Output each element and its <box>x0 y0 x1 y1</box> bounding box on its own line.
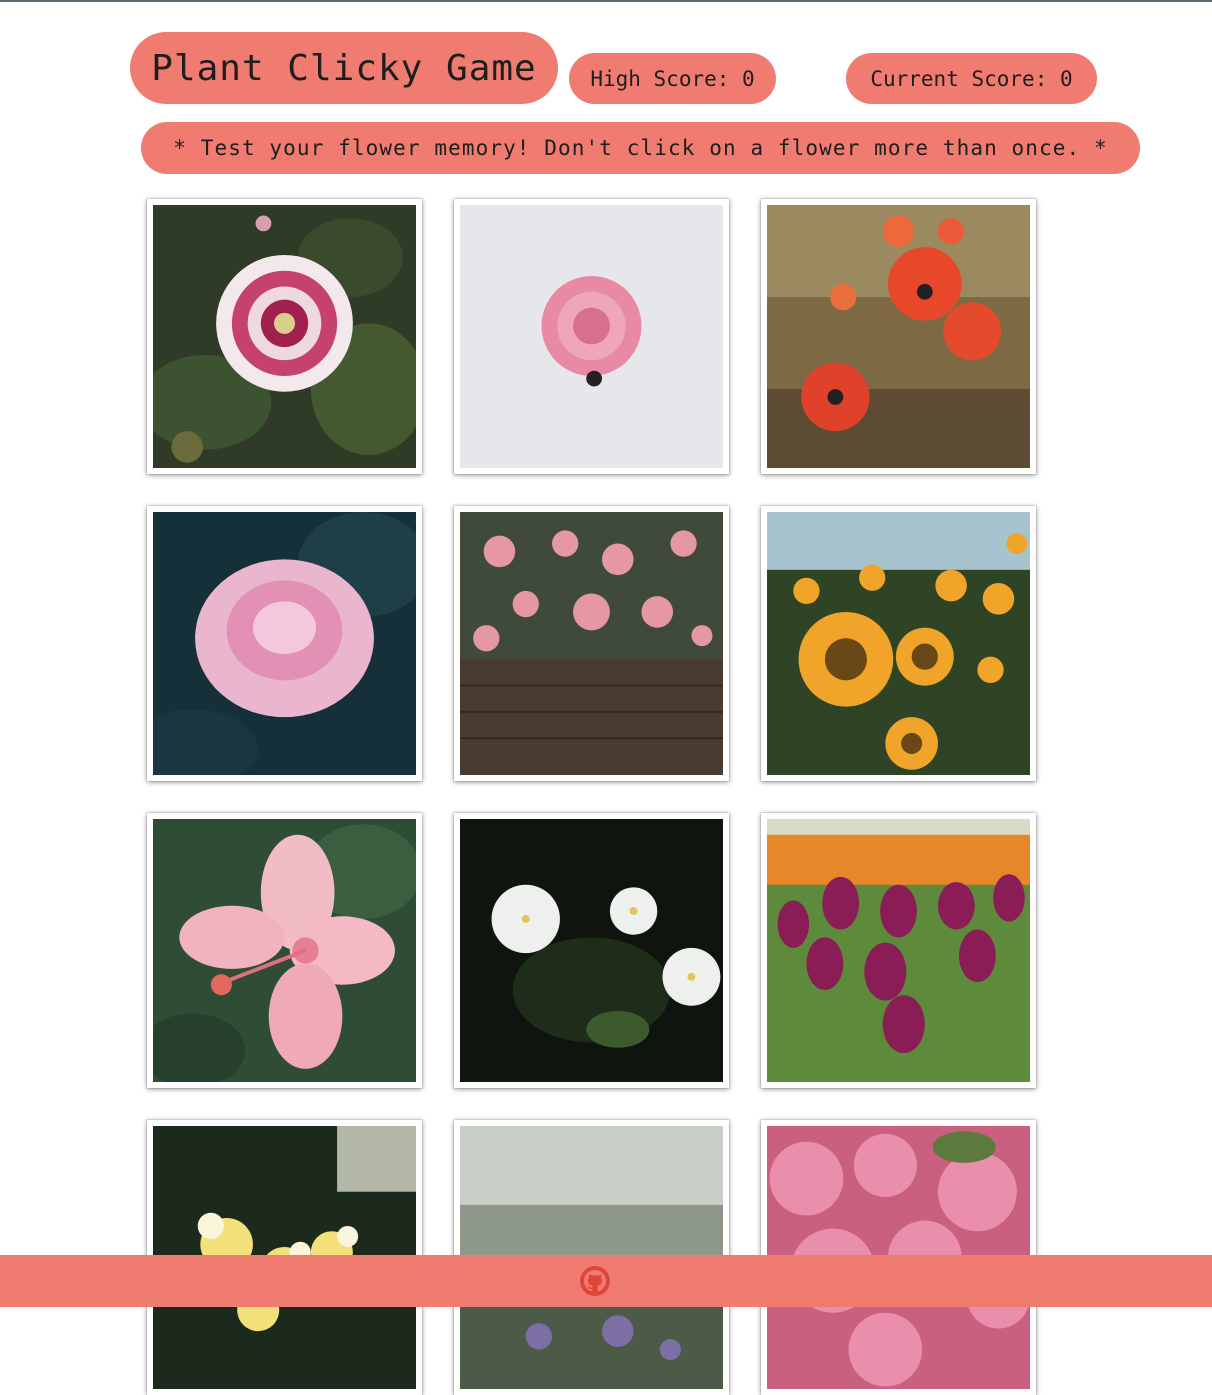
flower-card-hibiscus[interactable] <box>147 813 422 1088</box>
high-score-badge: High Score: 0 <box>569 53 776 104</box>
pink-hibiscus-image <box>153 819 416 1082</box>
pink-peony-image <box>153 512 416 775</box>
instructions-banner: * Test your flower memory! Don't click o… <box>141 122 1140 174</box>
sunflowers-image <box>767 512 1030 775</box>
flower-card-peony[interactable] <box>147 506 422 781</box>
flower-card-jasmine[interactable] <box>454 813 729 1088</box>
flower-card-dahlia[interactable] <box>147 199 422 474</box>
pink-rose-image <box>460 205 723 468</box>
white-jasmine-image <box>460 819 723 1082</box>
footer-bar <box>0 1255 1212 1307</box>
purple-tulips-image <box>767 819 1030 1082</box>
flower-card-sunflower[interactable] <box>761 506 1036 781</box>
camellia-hedge-image <box>460 512 723 775</box>
page-title: Plant Clicky Game <box>130 32 558 104</box>
github-icon[interactable] <box>580 1266 610 1296</box>
flower-card-tulip[interactable] <box>761 813 1036 1088</box>
current-score-badge: Current Score: 0 <box>846 53 1097 104</box>
flower-card-poppy[interactable] <box>761 199 1036 474</box>
top-border <box>0 0 1212 2</box>
flower-card-rose[interactable] <box>454 199 729 474</box>
red-poppies-image <box>767 205 1030 468</box>
flower-card-camellia[interactable] <box>454 506 729 781</box>
dahlia-image <box>153 205 416 468</box>
